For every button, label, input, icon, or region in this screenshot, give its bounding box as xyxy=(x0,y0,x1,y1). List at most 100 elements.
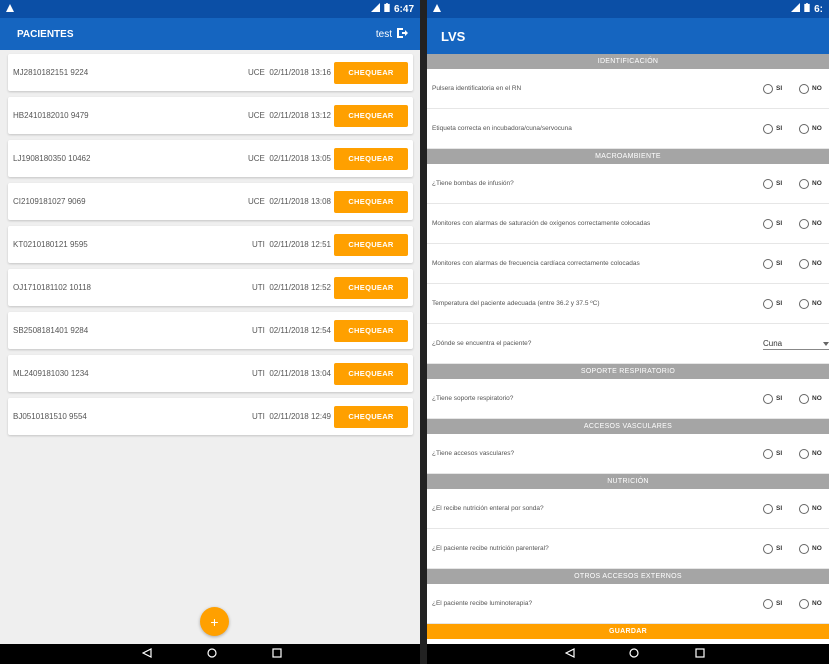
radio-yes[interactable]: SI xyxy=(763,598,782,609)
radio-yes[interactable]: SI xyxy=(763,123,782,134)
radio-circle-icon xyxy=(799,393,809,404)
radio-yes[interactable]: SI xyxy=(763,543,782,554)
radio-circle-icon xyxy=(763,178,773,189)
radio-no[interactable]: NO xyxy=(799,218,822,229)
status-bar: 6: xyxy=(427,0,829,18)
radio-circle-icon xyxy=(799,448,809,459)
radio-circle-icon xyxy=(799,123,809,134)
radio-no[interactable]: NO xyxy=(799,503,822,514)
radio-yes[interactable]: SI xyxy=(763,83,782,94)
radio-no[interactable]: NO xyxy=(799,258,822,269)
patients-screen: 6:47 PACIENTES test MJ2810182151 9224 UCE… xyxy=(0,0,420,664)
patient-list: MJ2810182151 9224 UCE 02/11/2018 13:16 CHE… xyxy=(0,50,420,435)
page-title: PACIENTES xyxy=(17,28,74,40)
radio-yes[interactable]: SI xyxy=(763,503,782,514)
home-icon[interactable] xyxy=(629,645,639,663)
check-button[interactable]: CHEQUEAR xyxy=(334,61,408,84)
section-header: NUTRICIÓN xyxy=(427,474,829,489)
app-bar: PACIENTES test xyxy=(0,18,420,50)
signal-icon xyxy=(370,3,380,15)
check-button[interactable]: CHEQUEAR xyxy=(334,405,408,428)
radio-no-label: NO xyxy=(812,545,822,552)
radio-yes[interactable]: SI xyxy=(763,298,782,309)
radio-circle-icon xyxy=(763,218,773,229)
location-select[interactable]: Cuna xyxy=(763,337,829,350)
radio-circle-icon xyxy=(763,393,773,404)
status-time: 6:47 xyxy=(393,3,414,15)
radio-circle-icon xyxy=(763,543,773,554)
radio-circle-icon xyxy=(763,448,773,459)
section-header: IDENTIFICACIÓN xyxy=(427,54,829,69)
radio-no[interactable]: NO xyxy=(799,543,822,554)
nav-bar xyxy=(427,644,829,664)
question-label: Pulsera identificatoria en el RN xyxy=(432,85,522,92)
radio-circle-icon xyxy=(763,123,773,134)
question-label: ¿Dónde se encuentra el paciente? xyxy=(432,340,532,347)
check-button[interactable]: CHEQUEAR xyxy=(334,362,408,385)
question-label: Monitores con alarmas de saturación de o… xyxy=(432,220,651,227)
recents-icon[interactable] xyxy=(695,645,705,663)
check-button[interactable]: CHEQUEAR xyxy=(334,190,408,213)
chevron-down-icon xyxy=(823,339,829,348)
section-header: ACCESOS VASCULARES xyxy=(427,419,829,434)
patient-card: KT0210180121 9595 UTI 02/11/2018 12:51 CHE… xyxy=(8,226,413,263)
patient-code: KT0210180121 9595 xyxy=(13,240,88,249)
radio-yes-label: SI xyxy=(776,180,783,187)
patient-datetime: 02/11/2018 13:04 xyxy=(269,369,331,378)
check-button[interactable]: CHEQUEAR xyxy=(334,104,408,127)
radio-no[interactable]: NO xyxy=(799,298,822,309)
patient-code: BJ0510181510 9554 xyxy=(13,412,87,421)
check-button[interactable]: CHEQUEAR xyxy=(334,147,408,170)
checklist-screen: 6: LVS IDENTIFICACIÓN Pulsera identificat… xyxy=(427,0,829,664)
user-logout[interactable]: test xyxy=(376,27,408,42)
checklist-form: IDENTIFICACIÓN Pulsera identificatoria en… xyxy=(427,54,829,624)
patient-card: CI2109181027 9069 UCE 02/11/2018 13:08 CHE… xyxy=(8,183,413,220)
question-row: Monitores con alarmas de saturación de o… xyxy=(427,204,829,244)
patient-meta: UCE 02/11/2018 13:08 xyxy=(248,197,331,206)
radio-no[interactable]: NO xyxy=(799,393,822,404)
patient-unit: UCE xyxy=(247,197,265,206)
battery-icon xyxy=(384,3,390,15)
patient-unit: UCE xyxy=(247,68,265,77)
question-row: ¿El paciente recibe nutrición parenteral… xyxy=(427,529,829,569)
radio-circle-icon xyxy=(799,218,809,229)
question-label: ¿Tiene accesos vasculares? xyxy=(432,450,515,457)
signal-icon xyxy=(791,3,801,15)
add-button[interactable]: + xyxy=(200,607,229,636)
radio-yes[interactable]: SI xyxy=(763,218,782,229)
question-row: ¿Tiene soporte respiratorio? SI NO xyxy=(427,379,829,419)
section-header: MACROAMBIENTE xyxy=(427,149,829,164)
check-button[interactable]: CHEQUEAR xyxy=(334,276,408,299)
back-icon[interactable] xyxy=(141,645,152,663)
back-icon[interactable] xyxy=(564,645,575,663)
recents-icon[interactable] xyxy=(272,645,282,663)
radio-yes[interactable]: SI xyxy=(763,258,782,269)
radio-yes[interactable]: SI xyxy=(763,178,783,189)
radio-no-label: NO xyxy=(812,600,822,607)
radio-yes[interactable]: SI xyxy=(763,448,782,459)
patient-unit: UTI xyxy=(251,412,265,421)
patient-unit: UTI xyxy=(251,369,265,378)
patient-code: MJ2810182151 9224 xyxy=(13,68,89,77)
radio-no-label: NO xyxy=(812,180,822,187)
check-button[interactable]: CHEQUEAR xyxy=(334,319,408,342)
radio-no[interactable]: NO xyxy=(799,123,822,134)
radio-no[interactable]: NO xyxy=(799,83,822,94)
home-icon[interactable] xyxy=(207,645,217,663)
question-row: ¿Tiene accesos vasculares? SI NO xyxy=(427,434,829,474)
radio-no[interactable]: NO xyxy=(799,598,822,609)
patient-code: HB2410182010 9479 xyxy=(13,111,89,120)
patient-datetime: 02/11/2018 13:16 xyxy=(269,68,331,77)
radio-no[interactable]: NO xyxy=(799,448,822,459)
patient-datetime: 02/11/2018 13:05 xyxy=(269,154,331,163)
radio-circle-icon xyxy=(799,258,809,269)
check-button[interactable]: CHEQUEAR xyxy=(334,233,408,256)
patient-card: ML2409181030 1234 UTI 02/11/2018 13:04 CHE… xyxy=(8,355,413,392)
radio-circle-icon xyxy=(763,83,773,94)
patient-card: MJ2810182151 9224 UCE 02/11/2018 13:16 CHE… xyxy=(8,54,413,91)
logout-icon[interactable] xyxy=(396,27,408,42)
radio-no[interactable]: NO xyxy=(799,178,822,189)
radio-yes[interactable]: SI xyxy=(763,393,782,404)
save-button[interactable]: GUARDAR xyxy=(427,624,829,639)
section-header: OTROS ACCESOS EXTERNOS xyxy=(427,569,829,584)
